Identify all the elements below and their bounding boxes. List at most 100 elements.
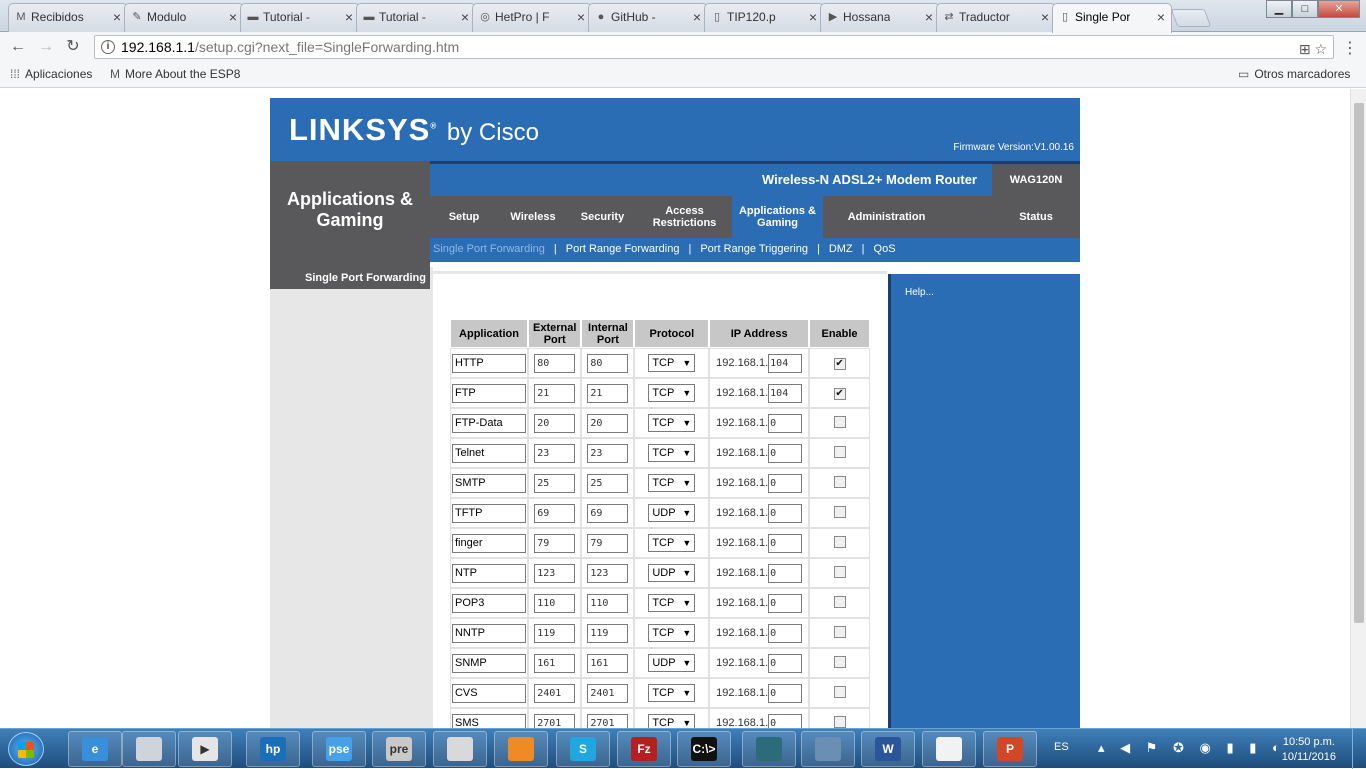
enable-checkbox[interactable] <box>833 595 846 608</box>
close-tab-icon[interactable]: × <box>925 4 933 30</box>
taskbar-app-button[interactable] <box>122 731 176 767</box>
enable-checkbox[interactable] <box>833 535 846 548</box>
internal-port-input[interactable] <box>587 713 629 728</box>
ip-last-octet-input[interactable] <box>768 443 803 463</box>
browser-tab[interactable]: ⇄ Traductor × <box>936 3 1056 32</box>
protocol-select[interactable]: TCP ▼ <box>648 624 696 642</box>
external-port-input[interactable] <box>534 593 576 613</box>
internal-port-input[interactable] <box>587 563 629 583</box>
submenu-item[interactable]: Port Range Forwarding <box>566 243 680 255</box>
internal-port-input[interactable] <box>587 383 629 403</box>
enable-checkbox[interactable] <box>833 625 846 638</box>
menu-item[interactable]: Access Restrictions <box>637 196 732 238</box>
taskbar-app-button[interactable]: W <box>861 731 915 767</box>
back-arrow-icon[interactable]: ← <box>8 37 28 57</box>
application-name-input[interactable] <box>451 353 526 373</box>
tray-icons[interactable]: ▴ ◀ ⚑ ✪ ◉ ▮ ▮ ◐ <box>1098 740 1286 756</box>
menu-item[interactable]: Status <box>992 196 1080 238</box>
taskbar-app-button[interactable] <box>494 731 548 767</box>
external-port-input[interactable] <box>534 443 576 463</box>
info-icon[interactable]: i <box>101 40 115 54</box>
internal-port-input[interactable] <box>587 653 629 673</box>
enable-checkbox[interactable] <box>833 415 846 428</box>
taskbar-app-button[interactable]: ▶ <box>178 731 232 767</box>
protocol-select[interactable]: TCP ▼ <box>648 354 696 372</box>
browser-tab[interactable]: M Recibidos × <box>8 3 128 32</box>
close-tab-icon[interactable]: × <box>229 4 237 30</box>
help-link[interactable]: Help... <box>905 287 934 298</box>
close-tab-icon[interactable]: × <box>577 4 585 30</box>
internal-port-input[interactable] <box>587 473 629 493</box>
browser-menu-icon[interactable]: ⋮ <box>1342 38 1358 58</box>
ip-last-octet-input[interactable] <box>768 533 803 553</box>
start-button[interactable] <box>8 732 44 766</box>
external-port-input[interactable] <box>534 473 576 493</box>
protocol-select[interactable]: UDP ▼ <box>648 504 696 522</box>
reload-icon[interactable]: ↻ <box>63 37 83 57</box>
external-port-input[interactable] <box>534 413 576 433</box>
browser-tab[interactable]: ▬ Tutorial - × <box>240 3 360 32</box>
application-name-input[interactable] <box>451 443 526 463</box>
submenu-item[interactable]: QoS <box>874 243 896 255</box>
protocol-select[interactable]: UDP ▼ <box>648 564 696 582</box>
protocol-select[interactable]: UDP ▼ <box>648 654 696 672</box>
internal-port-input[interactable] <box>587 683 629 703</box>
clock[interactable]: 10:50 p.m. 10/11/2016 <box>1282 735 1336 765</box>
show-desktop-button[interactable] <box>1352 729 1366 769</box>
internal-port-input[interactable] <box>587 503 629 523</box>
minimize-button[interactable]: ▁ <box>1266 0 1292 18</box>
ip-last-octet-input[interactable] <box>768 473 803 493</box>
protocol-select[interactable]: TCP ▼ <box>648 414 696 432</box>
protocol-select[interactable]: TCP ▼ <box>648 594 696 612</box>
taskbar-app-button[interactable]: e <box>68 731 122 767</box>
external-port-input[interactable] <box>534 653 576 673</box>
close-tab-icon[interactable]: × <box>809 4 817 30</box>
enable-checkbox[interactable]: ✔ <box>833 387 846 400</box>
menu-item[interactable]: Administration <box>823 196 950 238</box>
internal-port-input[interactable] <box>587 443 629 463</box>
application-name-input[interactable] <box>451 653 526 673</box>
browser-tab[interactable]: ● GitHub - × <box>588 3 708 32</box>
ip-last-octet-input[interactable] <box>768 413 803 433</box>
application-name-input[interactable] <box>451 563 526 583</box>
internal-port-input[interactable] <box>587 413 629 433</box>
menu-item[interactable]: Wireless <box>498 196 568 238</box>
application-name-input[interactable] <box>451 503 526 523</box>
taskbar-app-button[interactable] <box>922 731 976 767</box>
taskbar-app-button[interactable]: pre <box>372 731 426 767</box>
protocol-select[interactable]: TCP ▼ <box>648 444 696 462</box>
close-tab-icon[interactable]: × <box>113 4 121 30</box>
enable-checkbox[interactable] <box>833 715 846 728</box>
external-port-input[interactable] <box>534 533 576 553</box>
bookmark-apps[interactable]: ⁞⁞⁞ Aplicaciones <box>10 67 92 81</box>
enable-checkbox[interactable] <box>833 685 846 698</box>
external-port-input[interactable] <box>534 713 576 728</box>
enable-checkbox[interactable]: ✔ <box>833 357 846 370</box>
browser-tab[interactable]: ▯ Single Por × <box>1052 3 1172 33</box>
taskbar-app-button[interactable]: hp <box>246 731 300 767</box>
translate-icon[interactable]: ⊞ ☆ <box>1299 38 1327 60</box>
external-port-input[interactable] <box>534 683 576 703</box>
other-bookmarks[interactable]: ▭ Otros marcadores <box>1238 67 1350 81</box>
browser-tab[interactable]: ▯ TIP120.p × <box>704 3 824 32</box>
menu-item[interactable]: Security <box>568 196 637 238</box>
external-port-input[interactable] <box>534 383 576 403</box>
application-name-input[interactable] <box>451 413 526 433</box>
taskbar-app-button[interactable]: P <box>983 731 1037 767</box>
ip-last-octet-input[interactable] <box>768 503 803 523</box>
ip-last-octet-input[interactable] <box>768 563 803 583</box>
internal-port-input[interactable] <box>587 353 629 373</box>
close-tab-icon[interactable]: × <box>693 4 701 30</box>
taskbar-app-button[interactable]: Fz <box>617 731 671 767</box>
application-name-input[interactable] <box>451 473 526 493</box>
internal-port-input[interactable] <box>587 623 629 643</box>
protocol-select[interactable]: TCP ▼ <box>648 534 696 552</box>
submenu-item[interactable]: Port Range Triggering <box>700 243 808 255</box>
browser-tab[interactable]: ▬ Tutorial - × <box>356 3 476 32</box>
ip-last-octet-input[interactable] <box>768 383 803 403</box>
submenu-item[interactable]: DMZ <box>829 243 853 255</box>
page-scrollbar[interactable] <box>1350 89 1366 728</box>
taskbar-app-button[interactable] <box>801 731 855 767</box>
application-name-input[interactable] <box>451 533 526 553</box>
ip-last-octet-input[interactable] <box>768 353 803 373</box>
